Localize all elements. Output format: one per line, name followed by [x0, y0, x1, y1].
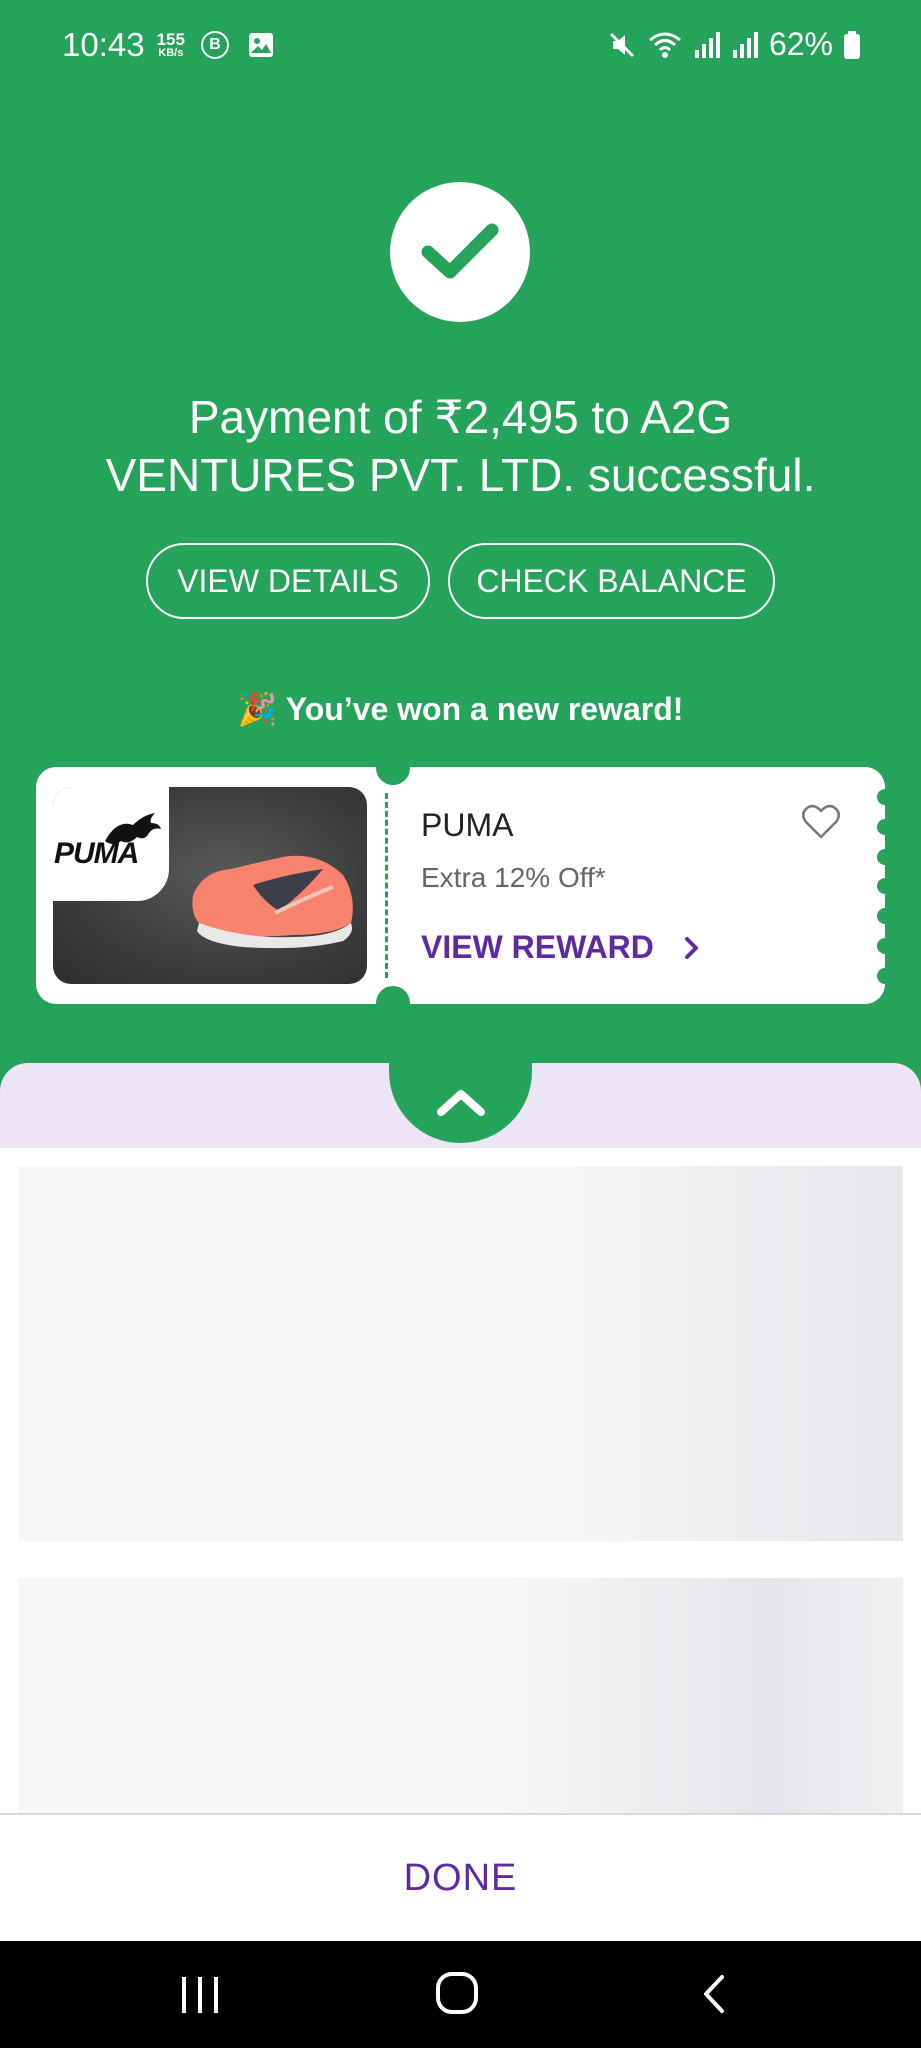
reward-headline-text: You’ve won a new reward!: [285, 691, 684, 727]
chevron-right-icon: [684, 936, 698, 959]
b-notification-icon: B: [200, 31, 229, 59]
home-icon[interactable]: [435, 1971, 479, 2015]
network-speed-value: 155: [156, 30, 185, 49]
reward-card[interactable]: PUMA PUMA Extra 12% Off* VIEW REWARD: [36, 765, 893, 1006]
success-check-icon: [390, 182, 530, 322]
network-speed: 155 KB/s: [157, 31, 185, 59]
ticket-notch: [376, 765, 410, 785]
view-reward-link[interactable]: VIEW REWARD: [421, 929, 700, 966]
chevron-up-icon: [436, 1090, 485, 1116]
done-button[interactable]: DONE: [404, 1857, 518, 1900]
back-icon[interactable]: [700, 1973, 728, 2015]
reward-brand-name: PUMA: [421, 807, 514, 843]
recent-apps-icon[interactable]: [180, 1975, 220, 2015]
payment-success-message: Payment of ₹2,495 to A2G VENTURES PVT. L…: [105, 391, 816, 501]
loading-placeholder: [18, 1578, 903, 1814]
status-left: 10:43 155 KB/s B: [62, 26, 275, 64]
view-reward-label: VIEW REWARD: [421, 929, 654, 965]
signal-icon: [694, 31, 720, 58]
gallery-icon: [248, 33, 273, 57]
puma-wordmark: PUMA: [54, 837, 139, 870]
puma-logo: PUMA: [53, 787, 169, 901]
system-nav-bar: [0, 1941, 921, 2048]
party-popper-icon: 🎉: [237, 691, 278, 727]
view-details-button[interactable]: VIEW DETAILS: [146, 543, 430, 619]
shoe-image: [192, 855, 353, 949]
reward-offer: Extra 12% Off*: [421, 862, 606, 893]
done-bar: DONE: [0, 1813, 921, 1941]
ticket-notch: [376, 986, 410, 1006]
signal-icon: [732, 31, 758, 58]
wifi-icon: [649, 32, 681, 58]
ticket-scallop-edge: [877, 789, 893, 984]
check-balance-button[interactable]: CHECK BALANCE: [448, 543, 775, 619]
heart-icon[interactable]: [801, 804, 841, 840]
reward-brand-image: PUMA: [53, 787, 367, 984]
check-icon: [421, 223, 499, 279]
mute-icon: [609, 32, 635, 57]
status-right: 62%: [607, 26, 861, 63]
status-time: 10:43: [62, 26, 145, 63]
status-bar: 10:43 155 KB/s B 62%: [0, 0, 921, 92]
reward-headline: 🎉 You’ve won a new reward!: [0, 690, 921, 728]
ticket-perforation: [385, 793, 388, 978]
battery-percent: 62%: [768, 26, 833, 62]
loading-placeholder: [18, 1166, 903, 1541]
network-speed-unit: KB/s: [158, 47, 184, 59]
battery-icon: [844, 30, 860, 59]
